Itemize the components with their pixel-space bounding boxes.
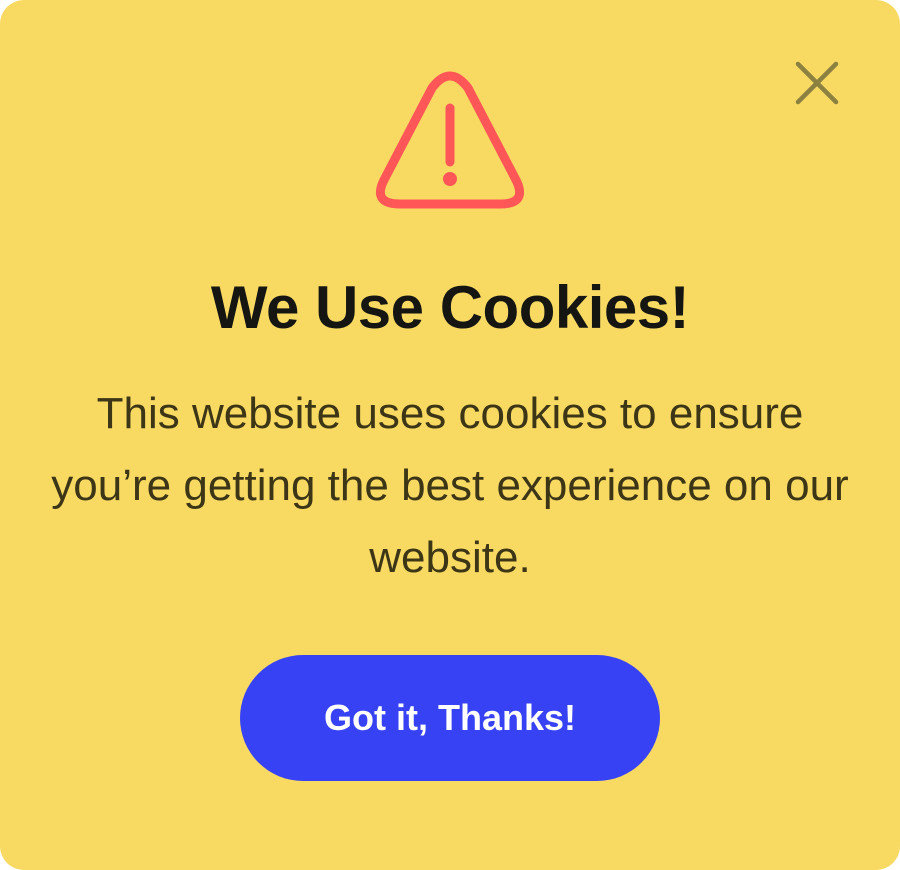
accept-button[interactable]: Got it, Thanks! — [240, 655, 660, 781]
warning-triangle-icon — [370, 68, 530, 214]
cookie-consent-dialog: We Use Cookies! This website uses cookie… — [0, 0, 900, 870]
close-button[interactable] — [790, 56, 844, 110]
close-icon[interactable] — [790, 56, 844, 110]
dialog-message: This website uses cookies to ensure you’… — [51, 389, 849, 582]
dialog-title: We Use Cookies! — [210, 274, 690, 341]
